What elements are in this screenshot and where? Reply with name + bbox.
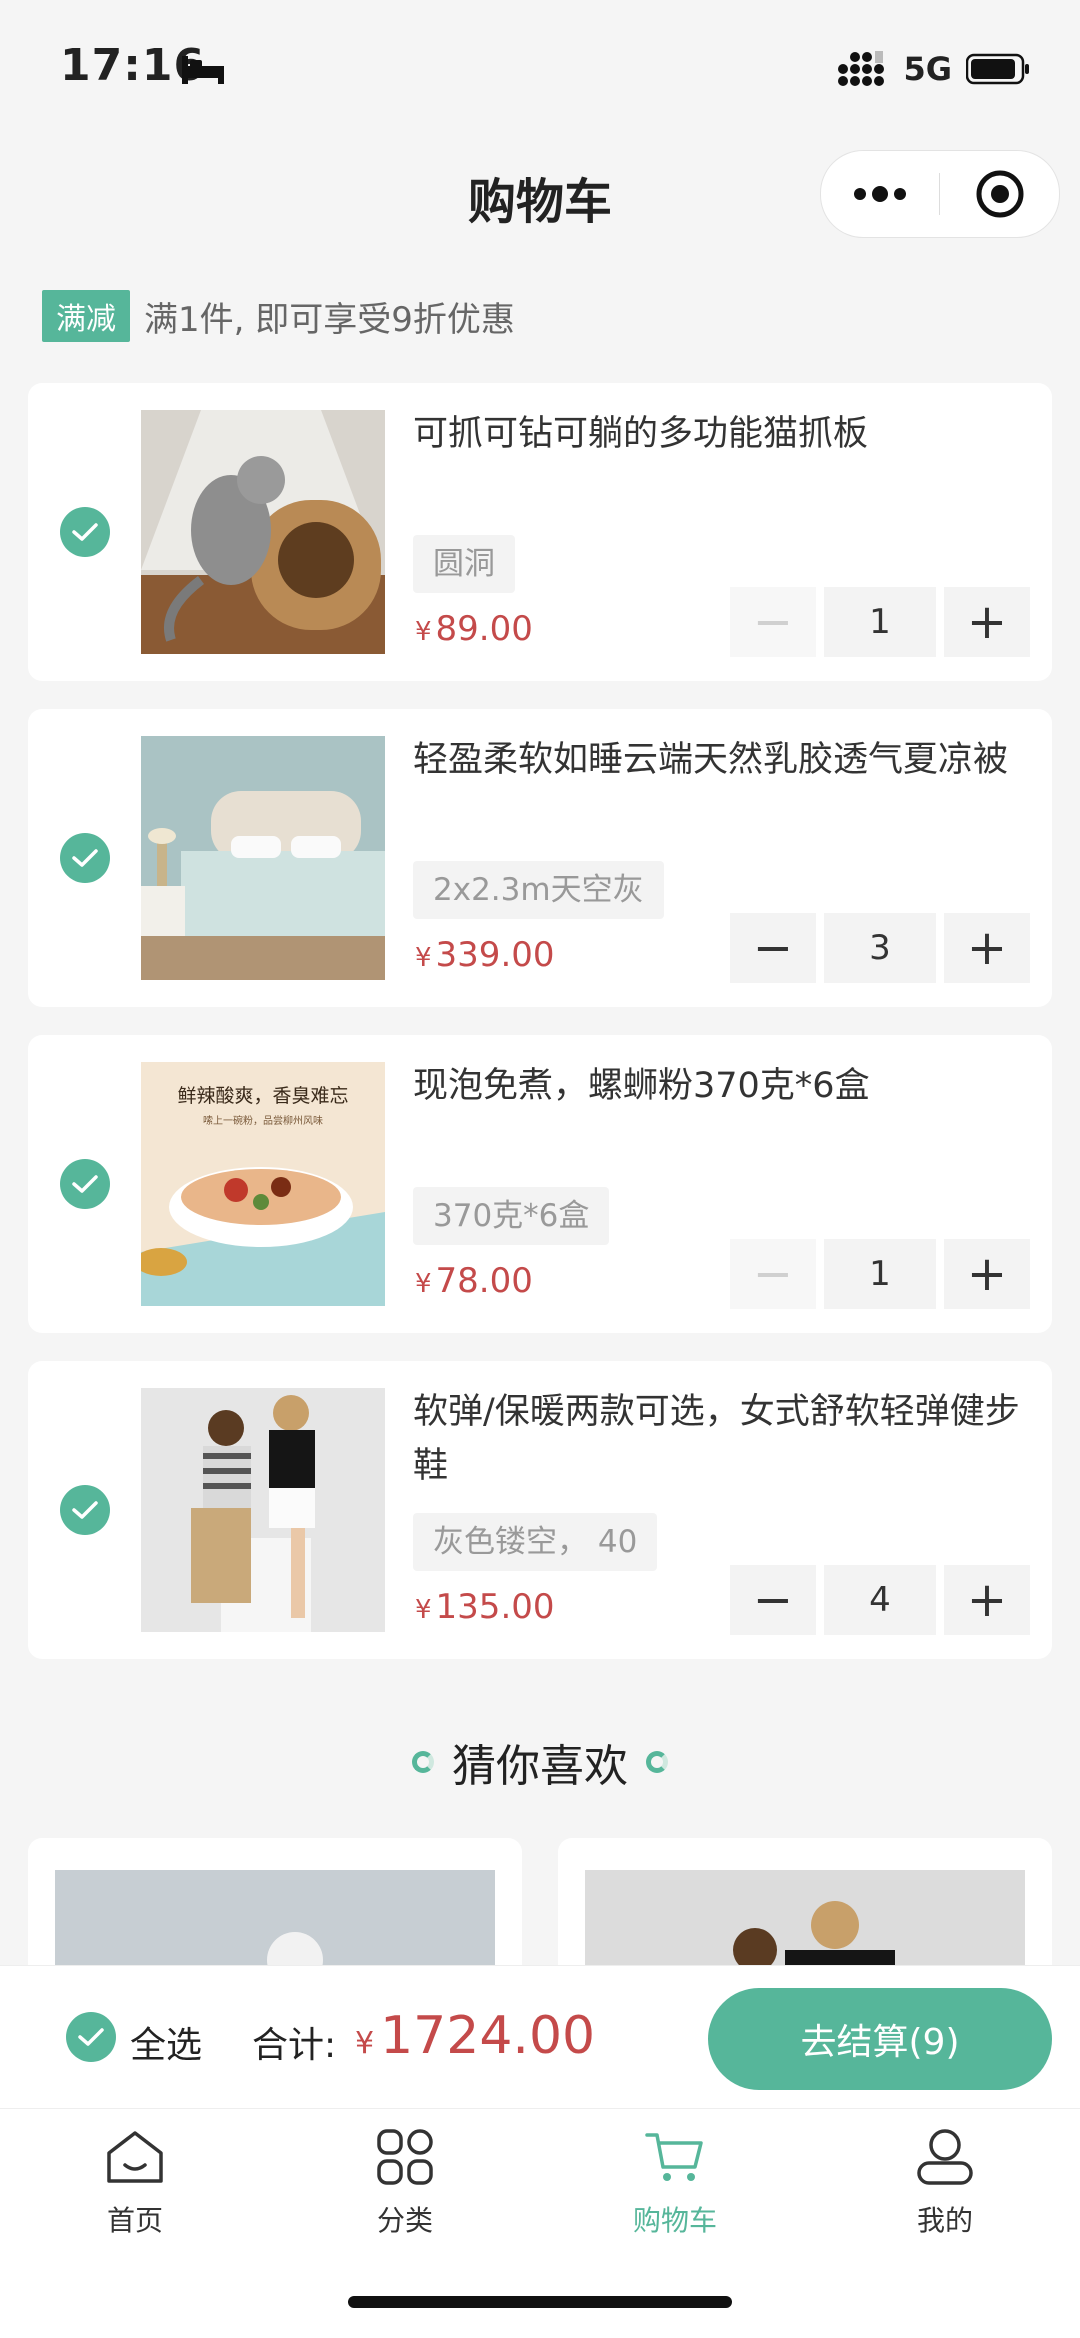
select-all-checkbox[interactable] xyxy=(66,2012,116,2062)
total-value: 1724.00 xyxy=(380,2006,596,2066)
nav-bar: 购物车 xyxy=(0,140,1080,240)
home-icon xyxy=(107,2131,163,2183)
noodle-bowl-image: 鲜辣酸爽，香臭难忘 嗦上一碗粉，品尝柳州风味 xyxy=(141,1062,385,1306)
promo-text: 满1件, 即可享受9折优惠 xyxy=(144,299,515,340)
decrease-button[interactable]: − xyxy=(730,1565,816,1635)
item-checkbox[interactable] xyxy=(60,833,110,883)
category-icon xyxy=(377,2129,433,2185)
increase-button[interactable]: + xyxy=(944,913,1030,983)
currency-symbol: ¥ xyxy=(355,2026,375,2061)
signal-icon xyxy=(838,51,885,86)
promo-tag: 满减 xyxy=(42,290,130,342)
checkout-button[interactable]: 去结算(9) xyxy=(708,1988,1052,2090)
item-checkbox[interactable] xyxy=(60,1159,110,1209)
quantity-value[interactable]: 3 xyxy=(824,913,936,983)
more-dots-icon xyxy=(854,186,906,202)
quantity-stepper: − 1 + xyxy=(730,587,1030,657)
recommend-title: 猜你喜欢 xyxy=(452,1741,628,1792)
status-bar: 17:16 5G xyxy=(0,0,1080,130)
price-value: 89.00 xyxy=(435,609,533,649)
thumb-subline: 嗦上一碗粉，品尝柳州风味 xyxy=(203,1114,323,1127)
target-icon xyxy=(976,170,1024,218)
product-sku[interactable]: 灰色镂空， 40 xyxy=(413,1513,658,1571)
increase-button[interactable]: + xyxy=(944,1565,1030,1635)
cart-item: 软弹/保暖两款可选，女式舒软轻弹健步鞋 灰色镂空， 40 ¥135.00 − 4… xyxy=(28,1361,1052,1659)
check-icon xyxy=(72,1175,98,1193)
battery-icon xyxy=(966,53,1029,85)
decor-ring-icon xyxy=(646,1751,668,1773)
tab-label: 首页 xyxy=(106,2204,163,2237)
capsule-divider xyxy=(939,173,940,215)
bedroom-image xyxy=(141,736,385,980)
price-value: 339.00 xyxy=(435,935,555,975)
cart-item: 可抓可钻可躺的多功能猫抓板 圆洞 ¥89.00 − 1 + xyxy=(28,383,1052,681)
currency-symbol: ¥ xyxy=(415,1269,432,1299)
product-sku[interactable]: 370克*6盒 xyxy=(413,1187,610,1245)
check-icon xyxy=(72,1501,98,1519)
product-title[interactable]: 轻盈柔软如睡云端天然乳胶透气夏凉被 xyxy=(413,733,1053,787)
home-indicator[interactable] xyxy=(348,2296,732,2308)
currency-symbol: ¥ xyxy=(415,617,432,647)
cat-scratcher-image xyxy=(141,410,385,654)
quantity-value[interactable]: 1 xyxy=(824,1239,936,1309)
total-label: 合计: xyxy=(252,2025,337,2066)
item-checkbox[interactable] xyxy=(60,507,110,557)
currency-symbol: ¥ xyxy=(415,943,432,973)
thumb-headline: 鲜辣酸爽，香臭难忘 xyxy=(177,1085,348,1107)
product-title[interactable]: 可抓可钻可躺的多功能猫抓板 xyxy=(413,407,1053,461)
product-image[interactable]: 鲜辣酸爽，香臭难忘 嗦上一碗粉，品尝柳州风味 xyxy=(141,1062,385,1306)
cart-item: 鲜辣酸爽，香臭难忘 嗦上一碗粉，品尝柳州风味 现泡免煮，螺蛳粉370克*6盒 3… xyxy=(28,1035,1052,1333)
currency-symbol: ¥ xyxy=(415,1595,432,1625)
check-icon xyxy=(72,523,98,541)
product-price: ¥89.00 xyxy=(415,609,533,649)
check-icon xyxy=(72,849,98,867)
promo-banner: 满减 满1件, 即可享受9折优惠 xyxy=(42,290,515,342)
cart-item: 轻盈柔软如睡云端天然乳胶透气夏凉被 2x2.3m天空灰 ¥339.00 − 3 … xyxy=(28,709,1052,1007)
product-title[interactable]: 软弹/保暖两款可选，女式舒软轻弹健步鞋 xyxy=(413,1385,1053,1493)
close-mini-program-button[interactable] xyxy=(941,151,1059,237)
checkout-bar: 全选 合计: ¥1724.00 去结算(9) xyxy=(0,1965,1080,2108)
product-image[interactable] xyxy=(141,736,385,980)
more-button[interactable] xyxy=(821,151,939,237)
cart-icon xyxy=(645,2133,703,2181)
decrease-button[interactable]: − xyxy=(730,1239,816,1309)
tab-home[interactable]: 首页 xyxy=(0,2125,270,2239)
product-image[interactable] xyxy=(141,1388,385,1632)
decrease-button[interactable]: − xyxy=(730,587,816,657)
price-value: 135.00 xyxy=(435,1587,555,1627)
decor-ring-icon xyxy=(412,1751,434,1773)
decrease-button[interactable]: − xyxy=(730,913,816,983)
quantity-stepper: − 3 + xyxy=(730,913,1030,983)
profile-icon xyxy=(917,2129,973,2185)
mini-program-capsule xyxy=(820,150,1060,238)
item-checkbox[interactable] xyxy=(60,1485,110,1535)
product-price: ¥135.00 xyxy=(415,1587,555,1627)
total-amount: ¥1724.00 xyxy=(355,2006,595,2066)
quantity-stepper: − 4 + xyxy=(730,1565,1030,1635)
tab-profile[interactable]: 我的 xyxy=(810,2125,1080,2239)
increase-button[interactable]: + xyxy=(944,1239,1030,1309)
product-sku[interactable]: 圆洞 xyxy=(413,535,515,593)
check-icon xyxy=(78,2028,104,2046)
increase-button[interactable]: + xyxy=(944,587,1030,657)
tab-label: 分类 xyxy=(376,2204,433,2237)
product-price: ¥339.00 xyxy=(415,935,555,975)
bed-icon xyxy=(182,56,224,84)
product-price: ¥78.00 xyxy=(415,1261,533,1301)
tab-label: 我的 xyxy=(916,2204,973,2237)
network-type: 5G xyxy=(903,50,952,88)
product-sku[interactable]: 2x2.3m天空灰 xyxy=(413,861,664,919)
recommend-heading: 猜你喜欢 xyxy=(0,1730,1080,1794)
models-image xyxy=(141,1388,385,1632)
quantity-value[interactable]: 4 xyxy=(824,1565,936,1635)
select-all-label[interactable]: 全选 xyxy=(130,2016,202,2068)
price-value: 78.00 xyxy=(435,1261,533,1301)
tab-category[interactable]: 分类 xyxy=(270,2125,540,2239)
tab-cart[interactable]: 购物车 xyxy=(540,2125,810,2239)
quantity-stepper: − 1 + xyxy=(730,1239,1030,1309)
product-image[interactable] xyxy=(141,410,385,654)
tab-label: 购物车 xyxy=(632,2204,717,2237)
quantity-value[interactable]: 1 xyxy=(824,587,936,657)
product-title[interactable]: 现泡免煮，螺蛳粉370克*6盒 xyxy=(413,1059,1053,1113)
